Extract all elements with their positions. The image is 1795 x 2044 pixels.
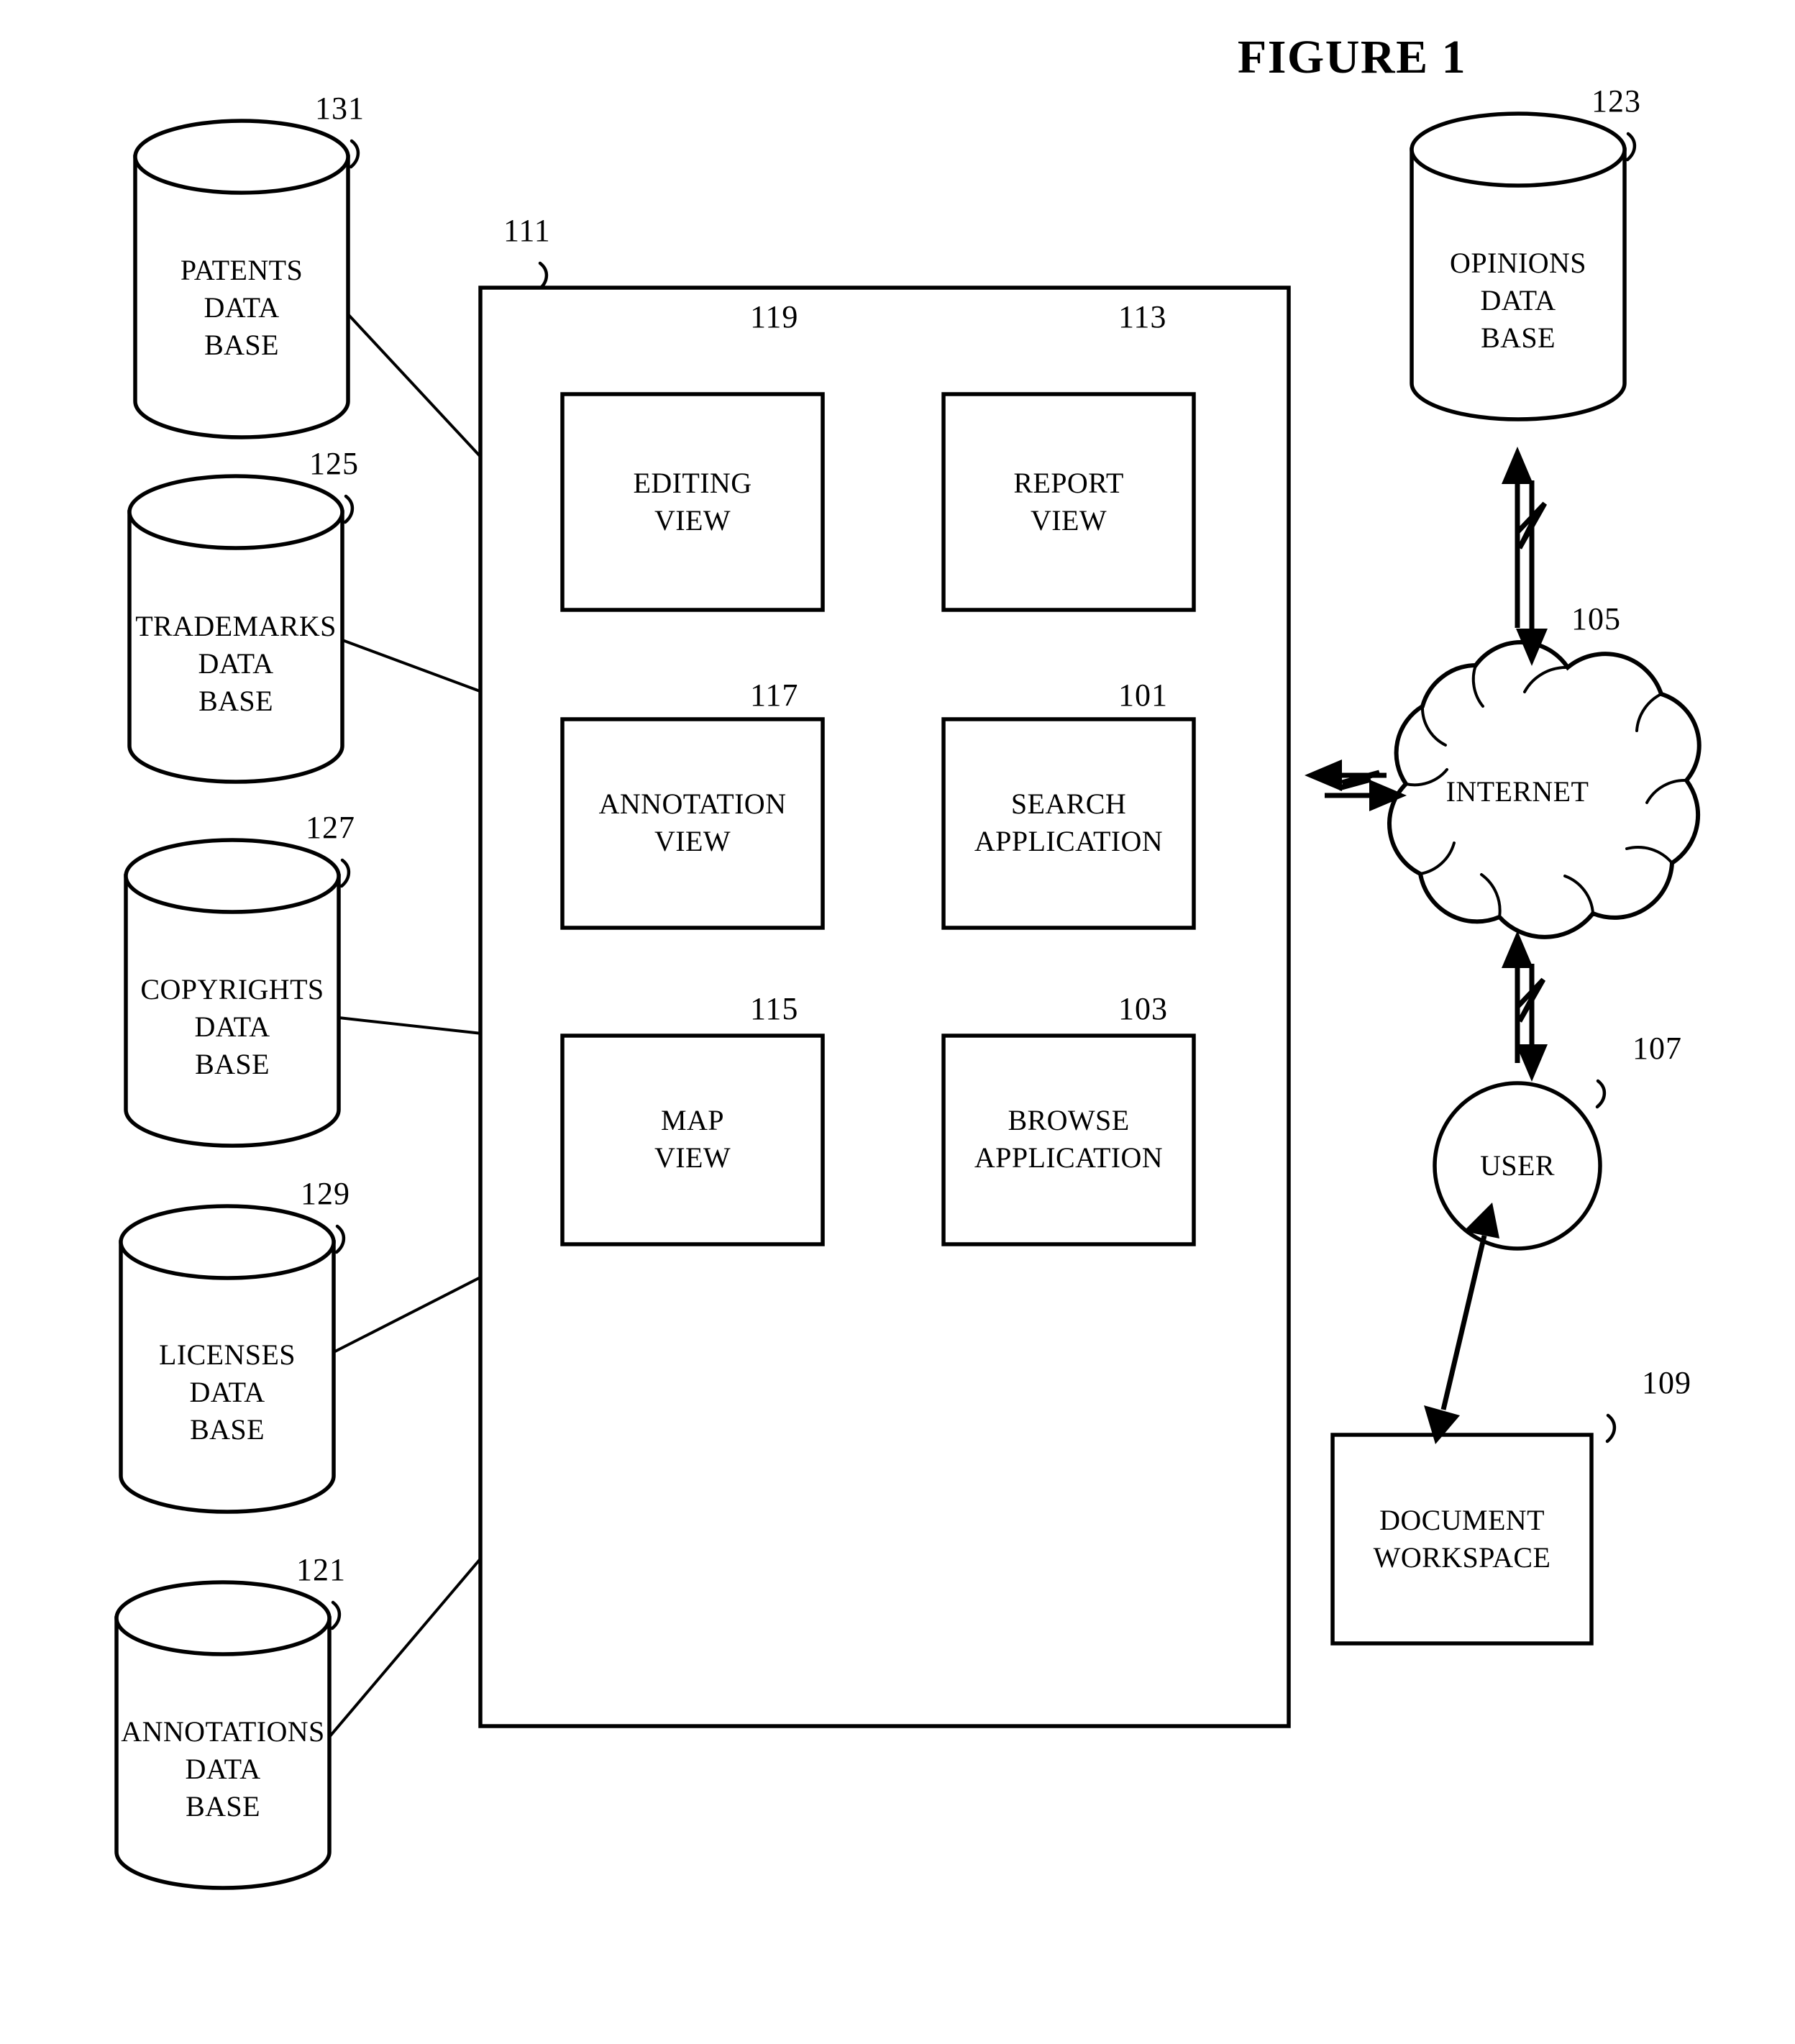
figure-title: FIGURE 1 <box>1237 31 1467 83</box>
annotations-database-ref: 121 <box>296 1552 346 1587</box>
user-node-label: USER <box>1480 1149 1555 1182</box>
report-view-ref: 113 <box>1118 299 1167 334</box>
copyrights-database-ref: 127 <box>306 810 355 845</box>
opinions-database-ref: 123 <box>1591 83 1641 119</box>
licenses-database-ref: 129 <box>301 1176 350 1211</box>
trademarks-database-ref: 125 <box>309 446 359 481</box>
internet-cloud-ref: 105 <box>1571 601 1621 637</box>
internet-user-connector <box>1502 931 1548 1082</box>
editing-view-ref: 119 <box>750 299 799 334</box>
browse-application-ref: 103 <box>1118 991 1168 1026</box>
report-view-label: REPORT VIEW <box>1013 467 1124 537</box>
copyrights-database-label: COPYRIGHTS DATA BASE <box>140 973 324 1080</box>
licenses-database-label: LICENSES DATA BASE <box>159 1338 296 1446</box>
search-application-label: SEARCH APPLICATION <box>974 788 1164 857</box>
patent-figure-canvas: FIGURE 1 PATENTS DATA BASE 131 TRADEMARK… <box>0 0 1795 2044</box>
user-node-ref: 107 <box>1632 1031 1682 1066</box>
editing-view-label: EDITING VIEW <box>633 467 752 537</box>
document-workspace-ref: 109 <box>1642 1365 1691 1400</box>
trademarks-database-label: TRADEMARKS DATA BASE <box>135 610 337 717</box>
map-view-label: MAP VIEW <box>654 1104 731 1174</box>
map-view-ref: 115 <box>750 991 799 1026</box>
annotation-view-label: ANNOTATION VIEW <box>598 788 787 857</box>
opinions-cloud-connector <box>1502 447 1548 666</box>
internet-cloud-label: INTERNET <box>1445 775 1589 808</box>
system-container-ref: 111 <box>503 213 551 248</box>
opinions-database-label: OPINIONS DATA BASE <box>1450 247 1586 354</box>
annotations-database-label: ANNOTATIONS DATA BASE <box>121 1715 325 1822</box>
document-workspace-label: DOCUMENT WORKSPACE <box>1373 1504 1551 1574</box>
annotation-view-ref: 117 <box>750 677 799 713</box>
patents-database-label: PATENTS DATA BASE <box>180 254 303 361</box>
patents-database-ref: 131 <box>315 91 365 126</box>
search-application-ref: 101 <box>1118 677 1168 713</box>
browse-application-label: BROWSE APPLICATION <box>974 1104 1164 1174</box>
